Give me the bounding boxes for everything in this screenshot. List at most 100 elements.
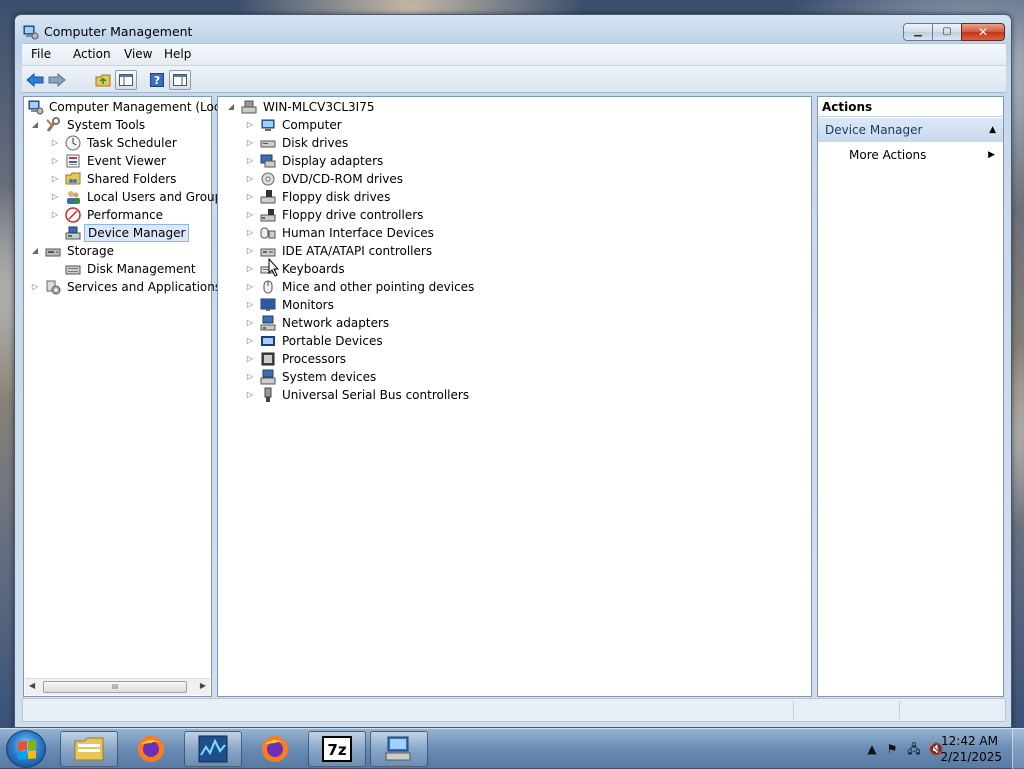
- tree-label-shared-folders: Shared Folders: [87, 172, 177, 186]
- close-icon: ✕: [977, 25, 989, 39]
- toolbar: ?: [22, 65, 1006, 93]
- expand-triangle-icon[interactable]: ▷: [245, 314, 255, 332]
- menu-help[interactable]: Help: [164, 47, 191, 61]
- expand-triangle-icon[interactable]: ▷: [245, 386, 255, 404]
- mouse-cursor-icon: [268, 258, 280, 277]
- expand-triangle-icon[interactable]: ▷: [245, 260, 255, 278]
- collapse-up-icon[interactable]: ▲: [989, 125, 996, 135]
- collapse-triangle-icon[interactable]: ◢: [30, 242, 40, 260]
- collapse-triangle-icon[interactable]: ◢: [30, 116, 40, 134]
- tree-label-storage: Storage: [67, 244, 114, 258]
- scroll-thumb[interactable]: III: [43, 681, 187, 693]
- actions-group-device-manager[interactable]: Device Manager ▲: [818, 118, 1003, 142]
- expand-triangle-icon[interactable]: ▷: [245, 278, 255, 296]
- device-category-label: Portable Devices: [282, 334, 383, 348]
- portable-device-icon: [261, 336, 275, 346]
- users-icon: [67, 191, 80, 204]
- close-button[interactable]: ✕: [961, 23, 1005, 41]
- device-category-label: Keyboards: [282, 262, 345, 276]
- show-hidden-icons-icon[interactable]: ▲: [864, 741, 880, 757]
- console-tree-pane: Computer Management (Local ◢ System Tool…: [23, 96, 231, 697]
- taskbar-firefox[interactable]: [122, 731, 180, 767]
- resource-monitor-icon: [198, 735, 228, 763]
- maximize-button[interactable]: ▢: [932, 23, 962, 41]
- taskbar-resource-monitor[interactable]: [184, 731, 242, 767]
- up-folder-icon: [95, 74, 111, 87]
- computer-management-icon: [28, 100, 44, 115]
- expand-triangle-icon[interactable]: ▷: [245, 134, 255, 152]
- expand-triangle-icon[interactable]: ▷: [30, 278, 40, 296]
- status-divider: [899, 701, 900, 719]
- 7zip-icon: 7z: [322, 736, 352, 762]
- expand-triangle-icon[interactable]: ▷: [245, 368, 255, 386]
- expand-triangle-icon[interactable]: ▷: [245, 170, 255, 188]
- device-category-label: Processors: [282, 352, 347, 366]
- expand-triangle-icon[interactable]: ▷: [50, 152, 60, 170]
- up-one-level-button[interactable]: [92, 70, 114, 90]
- computer-management-icon: [385, 736, 411, 761]
- taskbar-computer-management[interactable]: [370, 731, 428, 767]
- menu-file[interactable]: File: [31, 47, 51, 61]
- storage-icon: [45, 248, 61, 257]
- expand-triangle-icon[interactable]: ▷: [245, 224, 255, 242]
- action-center-flag-icon[interactable]: ⚑: [884, 741, 900, 757]
- tree-label-disk-management: Disk Management: [87, 262, 196, 276]
- expand-triangle-icon[interactable]: ▷: [50, 206, 60, 224]
- menu-view[interactable]: View: [124, 47, 152, 61]
- dvd-drive-icon: [261, 172, 275, 186]
- scroll-left-arrow-icon[interactable]: ◀: [29, 681, 35, 690]
- windows-logo-icon: [18, 740, 36, 760]
- collapse-triangle-icon[interactable]: ◢: [226, 98, 236, 116]
- submenu-arrow-icon[interactable]: ▶: [988, 150, 995, 160]
- expand-triangle-icon[interactable]: ▷: [245, 116, 255, 134]
- scroll-right-arrow-icon[interactable]: ▶: [200, 681, 206, 690]
- back-button[interactable]: [24, 70, 46, 90]
- system-tools-icon: [46, 117, 60, 132]
- firefox-icon: [262, 736, 288, 762]
- taskbar-firefox-2[interactable]: [246, 731, 304, 767]
- folder-icon: [74, 737, 104, 761]
- expand-triangle-icon[interactable]: ▷: [245, 206, 255, 224]
- tree-label-device-manager: Device Manager: [84, 224, 190, 242]
- tree-label-task-scheduler: Task Scheduler: [87, 136, 177, 150]
- forward-button[interactable]: [46, 70, 68, 90]
- menu-action[interactable]: Action: [73, 47, 111, 61]
- expand-triangle-icon[interactable]: ▷: [245, 152, 255, 170]
- clock-time[interactable]: 12:42 AM: [941, 734, 998, 748]
- hid-icon: [260, 227, 276, 239]
- expand-triangle-icon[interactable]: ▷: [50, 170, 60, 188]
- show-desktop-button[interactable]: [1012, 729, 1024, 769]
- taskbar-7zip[interactable]: 7z: [308, 731, 366, 767]
- device-category-label: System devices: [282, 370, 377, 384]
- expand-triangle-icon[interactable]: ▷: [245, 350, 255, 368]
- tree-label-event-viewer: Event Viewer: [87, 154, 166, 168]
- expand-triangle-icon[interactable]: ▷: [245, 332, 255, 350]
- minimize-button[interactable]: ▁: [903, 23, 933, 41]
- device-category-label: Floppy disk drives: [282, 190, 391, 204]
- start-button[interactable]: [6, 730, 46, 768]
- tree-horizontal-scrollbar[interactable]: ◀ III ▶: [25, 678, 210, 695]
- expand-triangle-icon[interactable]: ▷: [50, 188, 60, 206]
- help-button[interactable]: ?: [146, 70, 168, 90]
- back-arrow-icon: [26, 73, 44, 87]
- taskbar-explorer[interactable]: [60, 731, 118, 767]
- more-actions-item[interactable]: More Actions: [849, 148, 926, 162]
- device-category-label: Computer: [282, 118, 342, 132]
- tree-label-system-tools: System Tools: [67, 118, 146, 132]
- maximize-icon: ▢: [942, 26, 952, 37]
- expand-triangle-icon[interactable]: ▷: [245, 188, 255, 206]
- show-hide-action-pane-button[interactable]: [169, 70, 191, 90]
- clock-icon: [65, 135, 81, 151]
- display-adapter-icon: [260, 154, 276, 168]
- expand-triangle-icon[interactable]: ▷: [245, 296, 255, 314]
- device-category-label: Network adapters: [282, 316, 390, 330]
- device-category-label: Universal Serial Bus controllers: [282, 388, 470, 402]
- clock-date[interactable]: 2/21/2025: [940, 750, 1002, 764]
- expand-triangle-icon[interactable]: ▷: [245, 242, 255, 260]
- show-hide-console-tree-button[interactable]: [115, 70, 137, 90]
- performance-icon: [65, 207, 81, 223]
- actions-header: Actions: [818, 97, 1003, 117]
- expand-triangle-icon[interactable]: ▷: [50, 134, 60, 152]
- network-icon[interactable]: 🖧: [906, 741, 922, 757]
- floppy-controller-icon: [260, 209, 276, 222]
